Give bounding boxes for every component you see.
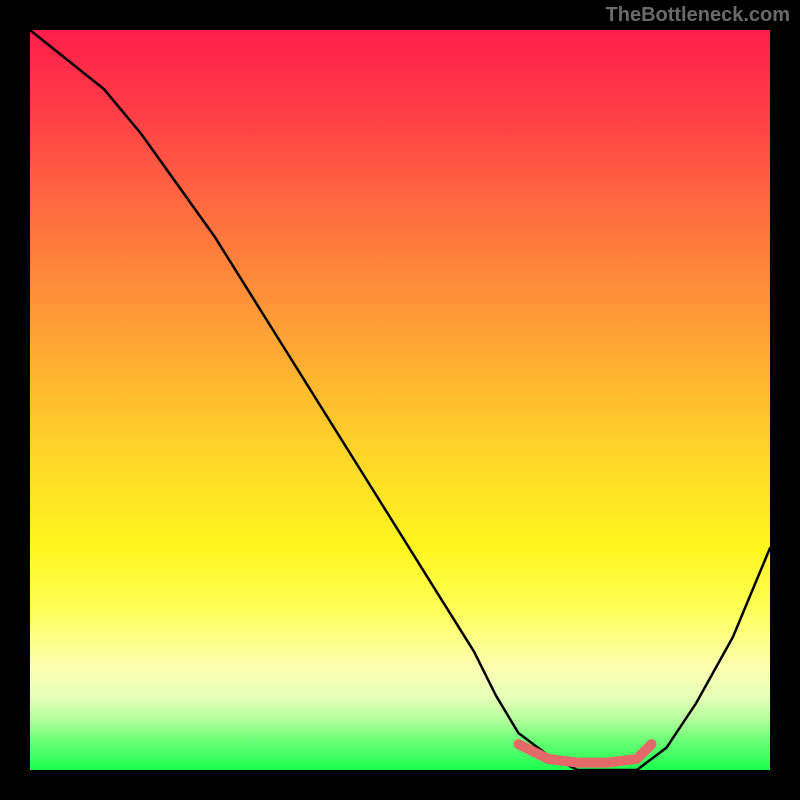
plot-area bbox=[30, 30, 770, 770]
attribution-text: TheBottleneck.com bbox=[606, 4, 790, 27]
curve-overlay bbox=[30, 30, 770, 770]
bottleneck-curve-path bbox=[30, 30, 770, 770]
chart-container: TheBottleneck.com bbox=[0, 0, 800, 800]
